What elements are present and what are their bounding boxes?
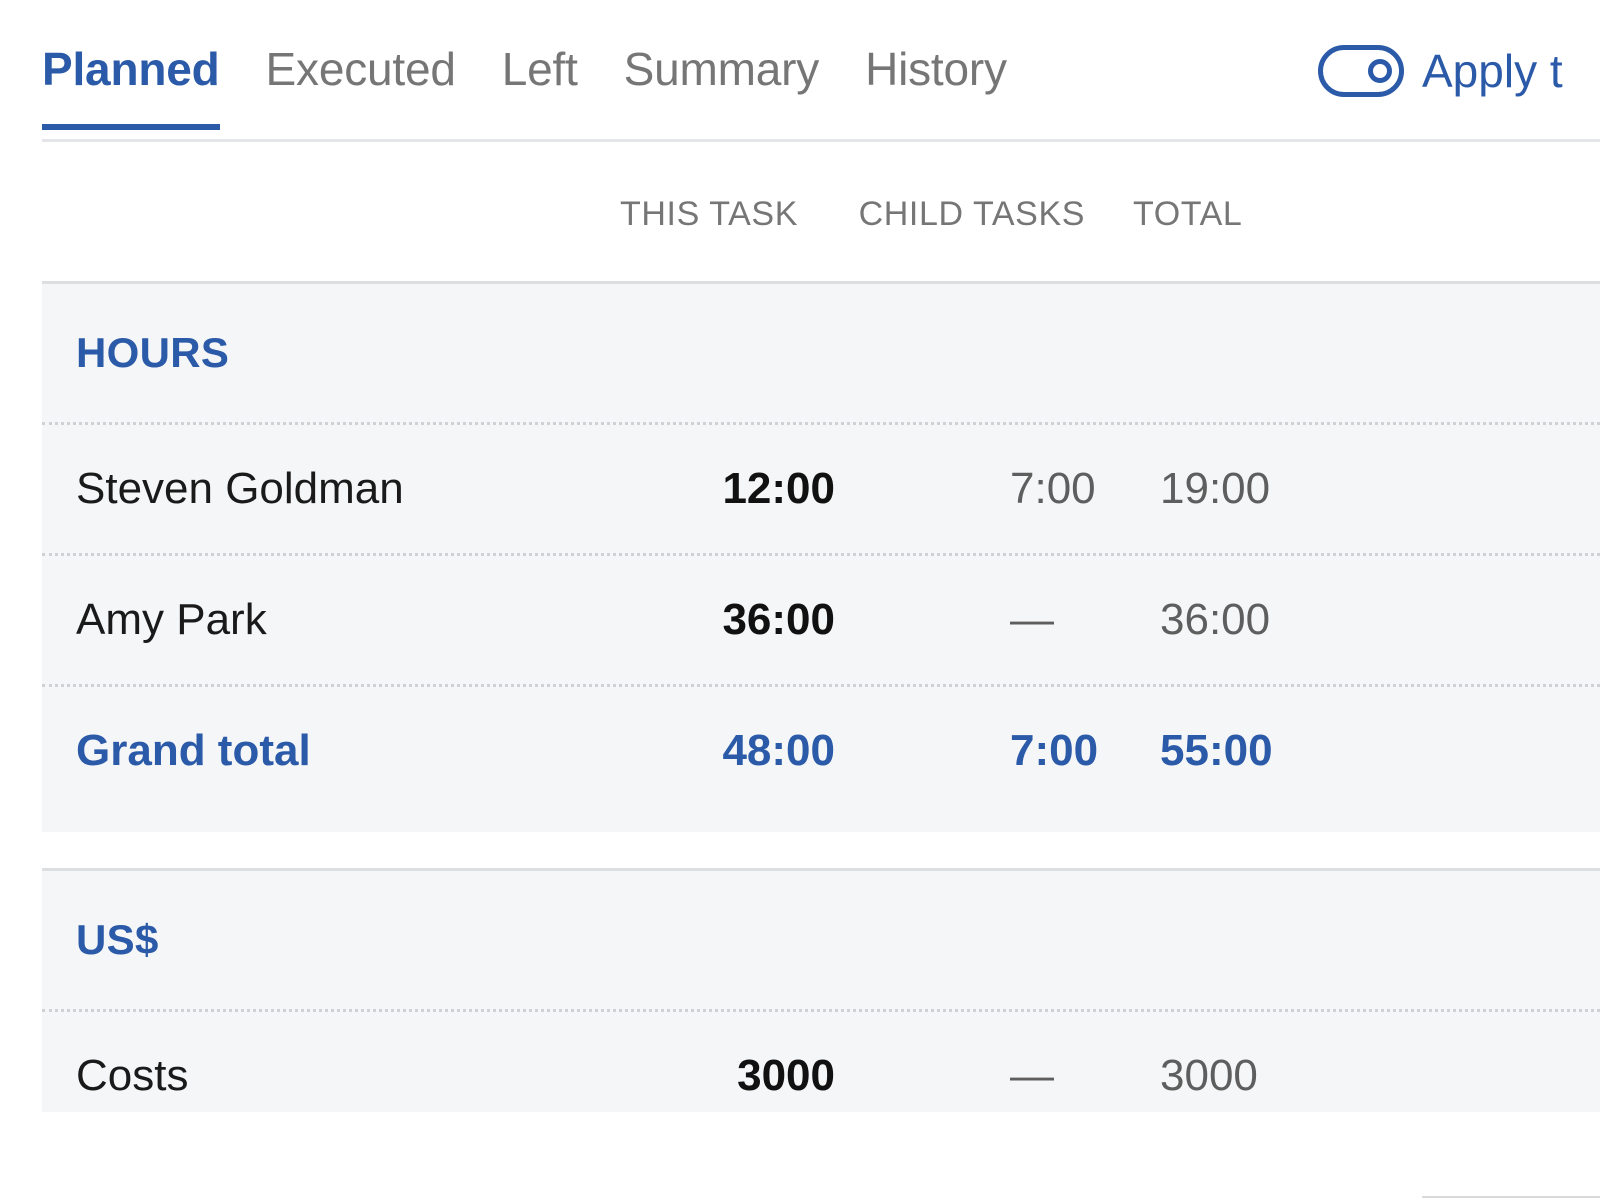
toggle-knob — [1368, 59, 1392, 83]
cell-child-tasks: 7:00 — [1010, 464, 1096, 513]
column-header-total: TOTAL — [1095, 195, 1325, 234]
table-row: Costs 3000 — 3000 — [42, 1009, 1600, 1140]
section-panel-money: US$ Costs 3000 — 3000 — [42, 868, 1600, 1112]
section-title: HOURS — [76, 329, 230, 376]
tab-history[interactable]: History — [865, 46, 1037, 96]
bottom-hairline-divider — [1422, 1196, 1600, 1198]
section-rows: Steven Goldman 12:00 7:00 19:00 Amy Park 36:0… — [42, 422, 1600, 815]
section-title: US$ — [76, 916, 159, 963]
tab-list: Planned Executed Left Summary History — [42, 0, 1053, 142]
column-header-child-tasks-text: CHILD TASKS — [858, 194, 1085, 233]
cell-child-tasks: 7:00 — [1010, 726, 1099, 775]
table-row: Amy Park 36:00 — 36:00 — [42, 553, 1600, 684]
cell-this-task: 12:00 — [722, 464, 835, 513]
table-row: Steven Goldman 12:00 7:00 19:00 — [42, 422, 1600, 553]
tab-planned[interactable]: Planned — [42, 46, 250, 130]
cell-total: 19:00 — [1160, 464, 1271, 513]
column-header-this-task: THIS TASK — [540, 195, 803, 234]
row-label: Grand total — [76, 726, 311, 775]
cell-this-task: 48:00 — [722, 726, 835, 775]
tab-left[interactable]: Left — [502, 46, 608, 96]
cell-total: 55:00 — [1160, 726, 1273, 775]
tab-executed[interactable]: Executed — [266, 46, 486, 96]
row-label: Amy Park — [76, 595, 267, 644]
tab-bar: Planned Executed Left Summary History Apply … — [0, 0, 1600, 145]
apply-toggle-label: Apply t — [1422, 45, 1563, 97]
section-rows: Costs 3000 — 3000 — [42, 1009, 1600, 1140]
cell-total: 36:00 — [1160, 595, 1271, 644]
cell-total: 3000 — [1160, 1051, 1258, 1100]
column-header-child-tasks: CHILD TASKS — [803, 195, 1095, 234]
table-row-grand-total: Grand total 48:00 7:00 55:00 — [42, 684, 1600, 815]
section-panel-hours: HOURS Steven Goldman 12:00 7:00 19:00 Amy Pa… — [42, 281, 1600, 832]
cell-this-task: 36:00 — [722, 595, 835, 644]
cell-child-tasks: — — [1010, 1051, 1054, 1100]
apply-toggle-group[interactable]: Apply t — [1318, 0, 1563, 142]
row-label: Costs — [76, 1051, 189, 1100]
cell-child-tasks: — — [1010, 595, 1054, 644]
tab-summary[interactable]: Summary — [624, 46, 849, 96]
column-header-row: THIS TASK CHILD TASKS TOTAL — [0, 145, 1600, 283]
column-header-this-task-text: THIS TASK — [620, 194, 798, 233]
row-label: Steven Goldman — [76, 464, 404, 513]
column-header-total-text: TOTAL — [1133, 194, 1243, 233]
cell-this-task: 3000 — [737, 1051, 835, 1100]
toggle-switch-icon[interactable] — [1318, 45, 1404, 97]
